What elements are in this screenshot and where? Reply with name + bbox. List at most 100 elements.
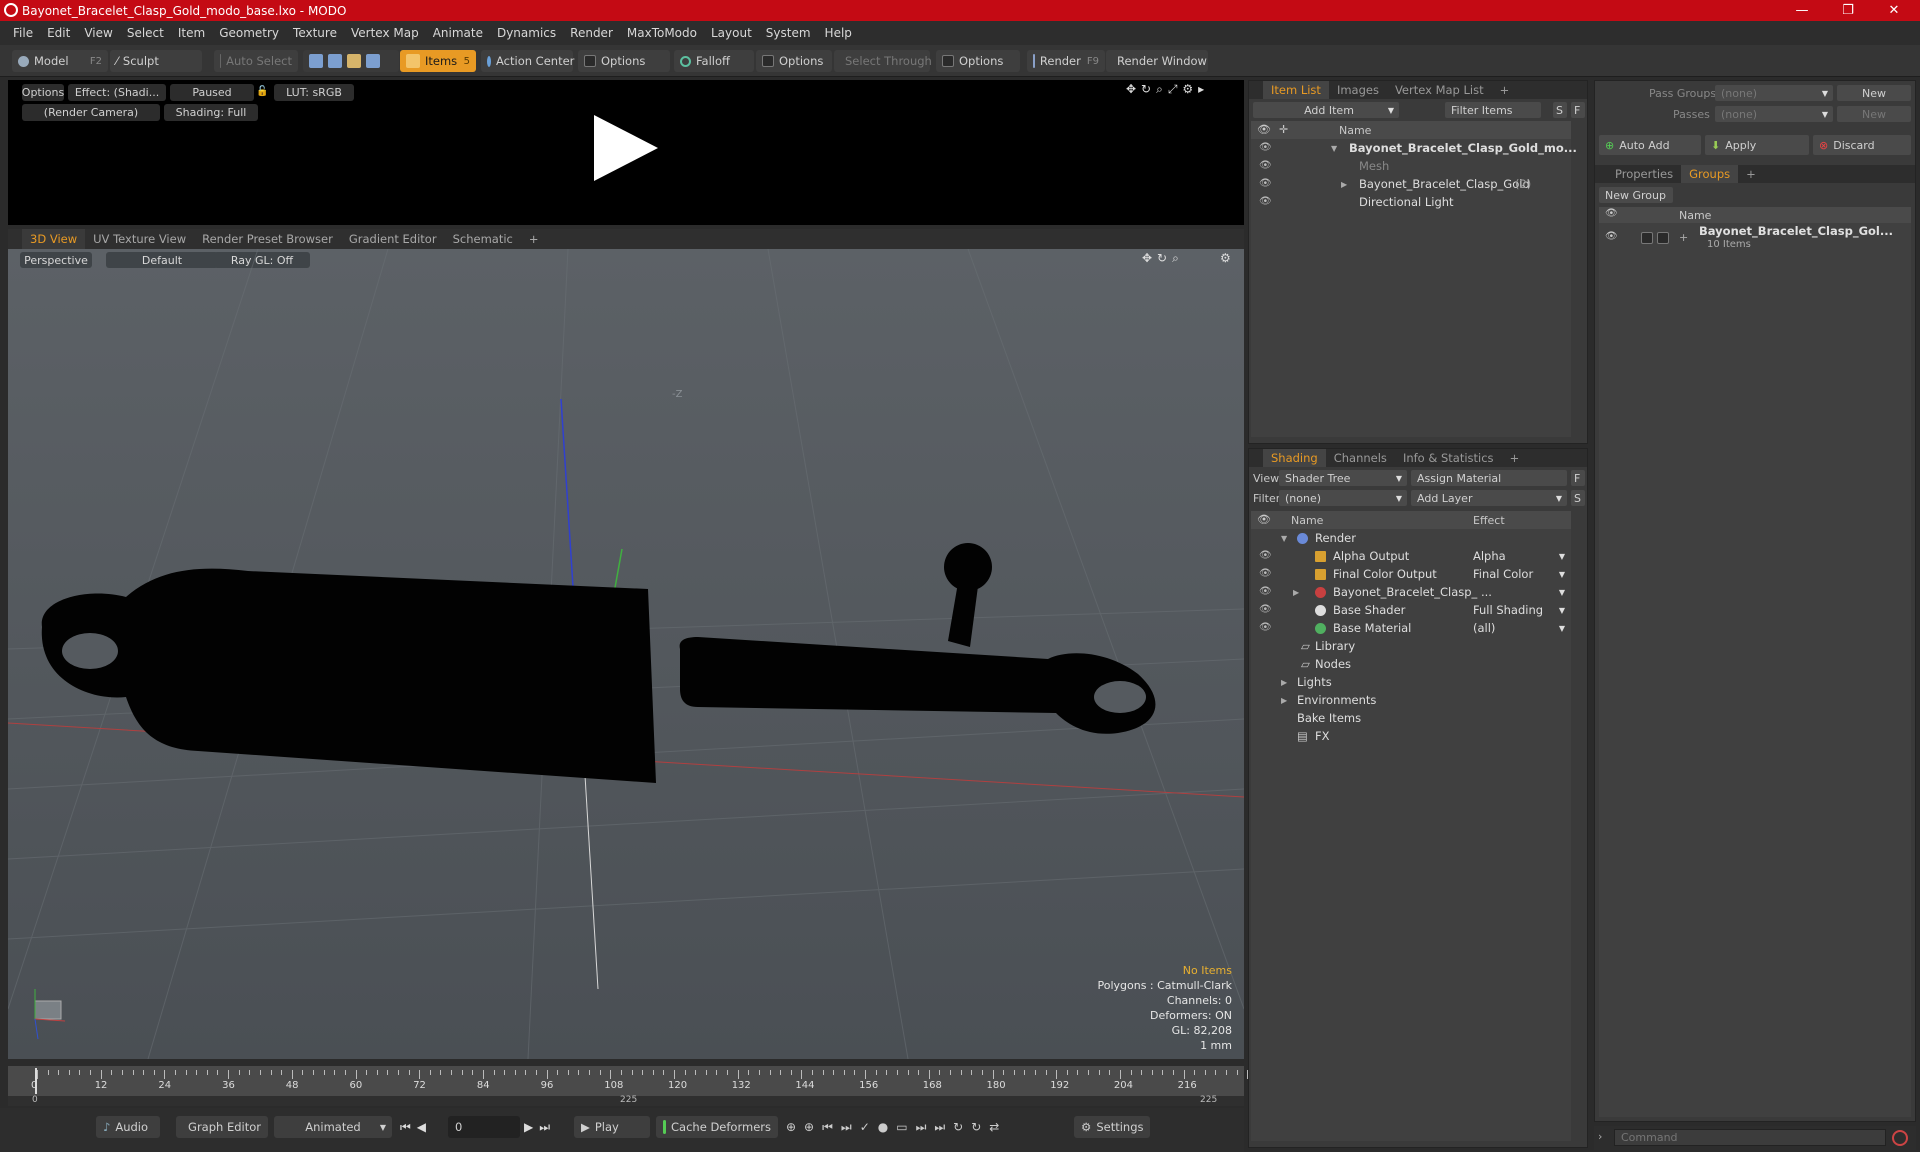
auto-select-button[interactable]: Auto Select [214, 50, 298, 72]
menu-maxtomodo[interactable]: MaxToModo [620, 26, 704, 40]
menu-animate[interactable]: Animate [426, 26, 490, 40]
shading-f-button[interactable]: F [1571, 470, 1585, 486]
add-tab-button[interactable]: + [521, 229, 547, 249]
menu-system[interactable]: System [759, 26, 818, 40]
shader-row-final-color[interactable]: 👁 Final Color Output Final Color ▼ [1251, 565, 1571, 583]
expand-icon[interactable]: + [1679, 231, 1688, 244]
auto-add-button[interactable]: ⊕ Auto Add [1599, 135, 1701, 155]
render-button[interactable]: Render F9 [1027, 50, 1105, 72]
audio-button[interactable]: ♪ Audio [96, 1116, 160, 1138]
model-mode-button[interactable]: Model F2 [12, 50, 108, 72]
new-group-button[interactable]: New Group [1599, 187, 1673, 203]
tab-vertex-map-list[interactable]: Vertex Map List [1387, 81, 1492, 99]
vertices-mode-icon[interactable] [309, 54, 323, 68]
frame-forward-icons[interactable]: ▶⏭ [524, 1120, 556, 1135]
visibility-eye-icon[interactable]: 👁 [1259, 142, 1272, 154]
tab-gradient-editor[interactable]: Gradient Editor [341, 229, 445, 249]
timeline[interactable]: 0 12 24 36 48 60 72 84 96 108 120 132 144 156 168 180 19… [8, 1066, 1302, 1106]
visibility-eye-icon[interactable]: 👁 [1259, 178, 1272, 190]
preview-nav-icons[interactable]: ✥↻⌕⤢⚙▸ [1126, 82, 1209, 97]
shader-row-render[interactable]: ▼ Render [1251, 529, 1571, 547]
preview-camera-dropdown[interactable]: (Render Camera) [22, 104, 160, 121]
tree-row-bracelet-group[interactable]: 👁 ▶ Bayonet_Bracelet_Clasp_Gold (2) [1251, 175, 1571, 193]
effect-dropdown-icon[interactable]: ▼ [1559, 588, 1565, 597]
menu-select[interactable]: Select [120, 26, 171, 40]
graph-editor-button[interactable]: Graph Editor [176, 1116, 268, 1138]
pass-groups-dropdown[interactable]: (none) ▼ [1715, 85, 1833, 101]
command-expand-icon[interactable]: › [1598, 1130, 1602, 1143]
shader-row-material-group[interactable]: 👁 ▶ Bayonet_Bracelet_Clasp_ ... ▼ [1251, 583, 1571, 601]
effect-dropdown-icon[interactable]: ▼ [1559, 624, 1565, 633]
timeline-ruler[interactable]: 0 12 24 36 48 60 72 84 96 108 120 132 144 156 168 180 19… [8, 1066, 1302, 1096]
shader-row-lights[interactable]: ▶ Lights [1251, 673, 1571, 691]
key-tool-icons[interactable]: ⊕⊕⏮⏭✓●▭⏭⏭↻↻⇄ [786, 1120, 1007, 1135]
select-through-button[interactable]: Select Through [834, 50, 932, 72]
sculpt-mode-button[interactable]: ⁄ Sculpt [110, 50, 202, 72]
new-pass-group-button[interactable]: New [1837, 85, 1911, 101]
preview-lut-dropdown[interactable]: LUT: sRGB [274, 84, 354, 101]
tree-row-mesh[interactable]: 👁 Mesh [1251, 157, 1571, 175]
shader-row-alpha-output[interactable]: 👁 Alpha Output Alpha ▼ [1251, 547, 1571, 565]
passes-dropdown[interactable]: (none) ▼ [1715, 106, 1833, 122]
tab-render-preset-browser[interactable]: Render Preset Browser [194, 229, 341, 249]
group-select-checkbox[interactable] [1657, 232, 1669, 244]
menu-help[interactable]: Help [818, 26, 859, 40]
lock-icon[interactable]: 🔓 [256, 86, 268, 98]
animated-dropdown[interactable]: Animated ▼ [274, 1116, 392, 1138]
shader-row-fx[interactable]: ▤ FX [1251, 727, 1571, 745]
menu-geometry[interactable]: Geometry [212, 26, 286, 40]
tab-uv-texture-view[interactable]: UV Texture View [85, 229, 194, 249]
preview-paused-button[interactable]: Paused [170, 84, 254, 101]
tree-row-directional-light[interactable]: 👁 Directional Light [1251, 193, 1571, 211]
group-lock-checkbox[interactable] [1641, 232, 1653, 244]
play-button[interactable]: ▶ Play [574, 1116, 650, 1138]
bracelet-clasp-model[interactable] [41, 543, 1156, 783]
materials-mode-icon[interactable] [366, 54, 380, 68]
shader-row-base-material[interactable]: 👁 Base Material (all) ▼ [1251, 619, 1571, 637]
add-layer-dropdown[interactable]: Add Layer ▼ [1411, 490, 1567, 506]
shader-row-base-shader[interactable]: 👁 Base Shader Full Shading ▼ [1251, 601, 1571, 619]
close-icon[interactable]: ✕ [1872, 0, 1916, 21]
edges-mode-icon[interactable] [328, 54, 342, 68]
visibility-eye-icon[interactable]: 👁 [1605, 231, 1618, 242]
menu-view[interactable]: View [77, 26, 119, 40]
record-icon[interactable] [1892, 1130, 1908, 1146]
action-center-options-checkbox[interactable] [584, 55, 596, 67]
tab-schematic[interactable]: Schematic [445, 229, 521, 249]
falloff-button[interactable]: Falloff [674, 50, 754, 72]
maximize-icon[interactable]: ❐ [1826, 0, 1870, 21]
effect-dropdown-icon[interactable]: ▼ [1559, 552, 1565, 561]
select-through-options-button[interactable]: Options [936, 50, 1020, 72]
tree-row-scene[interactable]: 👁 ▼ Bayonet_Bracelet_Clasp_Gold_mo... [1251, 139, 1577, 157]
item-list-s-button[interactable]: S [1553, 102, 1567, 118]
command-input[interactable] [1614, 1129, 1886, 1146]
preview-options-button[interactable]: Options [22, 84, 64, 101]
shader-row-environments[interactable]: ▶ Environments [1251, 691, 1571, 709]
menu-file[interactable]: File [6, 26, 40, 40]
timeline-range-bar[interactable]: 0 225 225 [8, 1095, 1244, 1106]
menu-texture[interactable]: Texture [286, 26, 344, 40]
menu-render[interactable]: Render [563, 26, 620, 40]
effect-dropdown-icon[interactable]: ▼ [1559, 606, 1565, 615]
item-list-f-button[interactable]: F [1571, 102, 1585, 118]
current-frame-input[interactable]: 0 [448, 1116, 520, 1138]
shader-row-nodes[interactable]: ▱ Nodes [1251, 655, 1571, 673]
3d-viewport[interactable]: Perspective Default Ray GL: Off ✥↻⌕ ⚙ -Z [8, 249, 1244, 1059]
add-item-dropdown[interactable]: Add Item ▼ [1253, 102, 1399, 118]
shader-row-bake-items[interactable]: Bake Items [1251, 709, 1571, 727]
shader-view-dropdown[interactable]: Shader Tree ▼ [1279, 470, 1407, 486]
add-tab-button[interactable]: + [1738, 165, 1764, 183]
visibility-eye-icon[interactable]: 👁 [1259, 160, 1272, 172]
menu-dynamics[interactable]: Dynamics [490, 26, 563, 40]
preview-shading-dropdown[interactable]: Shading: Full [164, 104, 258, 121]
visibility-eye-icon[interactable]: 👁 [1259, 196, 1272, 208]
menu-vertex-map[interactable]: Vertex Map [344, 26, 426, 40]
polygons-mode-icon[interactable] [347, 54, 361, 68]
discard-button[interactable]: ⊗ Discard [1813, 135, 1911, 155]
visibility-eye-icon[interactable]: 👁 [1259, 586, 1272, 598]
play-icon[interactable] [590, 113, 660, 183]
tab-properties[interactable]: Properties [1607, 165, 1681, 183]
minimize-icon[interactable]: — [1780, 0, 1824, 21]
menu-item[interactable]: Item [171, 26, 212, 40]
action-center-button[interactable]: Action Center [481, 50, 574, 72]
